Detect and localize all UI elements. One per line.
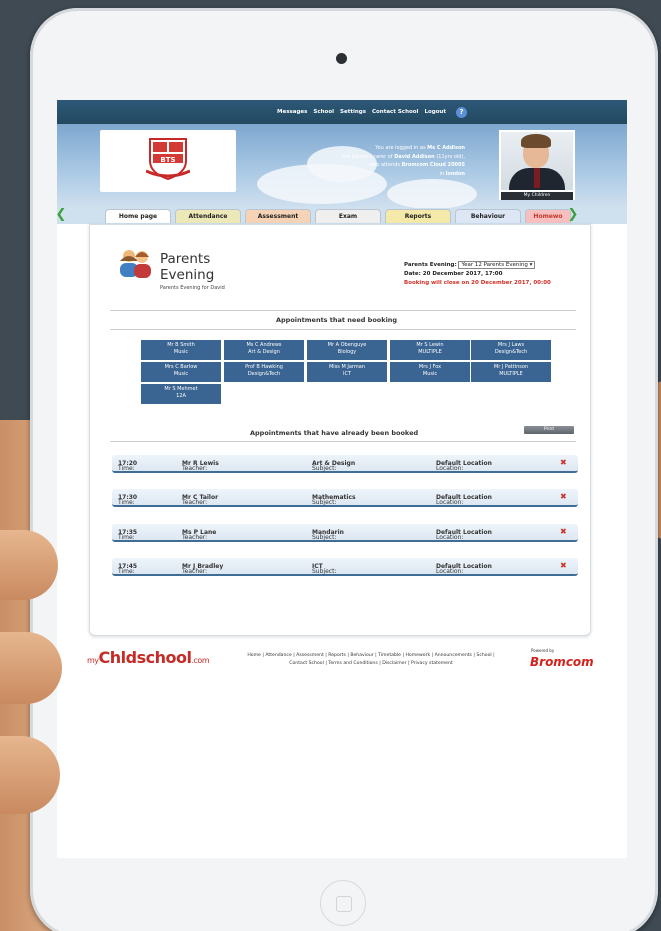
- delete-icon[interactable]: ✖: [560, 458, 567, 467]
- need-booking-item[interactable]: Miss M Jarman ICT: [307, 362, 387, 382]
- nav-messages[interactable]: Messages: [277, 109, 307, 115]
- evening-label: Parents Evening:: [404, 262, 457, 268]
- mychildatschool-logo[interactable]: myChldschool.com: [87, 648, 210, 667]
- header: BTS You are logged in as Ms C Addison th…: [57, 124, 627, 209]
- school-crest-icon: BTS: [146, 138, 190, 181]
- footer: myChldschool.com Home | Attendance | Ass…: [87, 646, 597, 676]
- carer-prefix: the parent / carer of: [342, 153, 393, 160]
- delete-icon[interactable]: ✖: [560, 561, 567, 570]
- divider: [110, 310, 576, 311]
- school-logo: BTS: [100, 130, 236, 192]
- nav-settings[interactable]: Settings: [340, 109, 366, 115]
- tabs-left-arrow-icon[interactable]: ❮: [57, 208, 67, 222]
- appt-location: Location: Default Location: [436, 494, 492, 506]
- camera-icon: [336, 53, 347, 64]
- appt-time: Time: 17:30: [118, 494, 138, 506]
- booking-close-notice: Booking will close on 20 December 2017, …: [404, 280, 551, 286]
- need-booking-item[interactable]: Mrs J Laws Design&Tech: [471, 340, 551, 360]
- appt-subject: Subject: Art & Design: [312, 460, 356, 472]
- logged-in-info: You are logged in as Ms C Addison the pa…: [287, 144, 465, 178]
- need-booking-item[interactable]: Mrs C Barlow Music: [141, 362, 221, 382]
- tab-homework[interactable]: Homewo: [525, 209, 571, 223]
- booked-row: Time: 17:45 Teacher: Mr J Bradley Subjec…: [112, 558, 578, 576]
- tab-attendance[interactable]: Attendance: [175, 209, 241, 223]
- appt-time: Time: 17:45: [118, 563, 138, 575]
- print-button[interactable]: Print: [524, 426, 574, 434]
- cloud-decoration: [387, 179, 477, 209]
- booked-row: Time: 17:20 Teacher: Mr R Lewis Subject:…: [112, 455, 578, 473]
- tab-home-page[interactable]: Home page: [105, 209, 171, 223]
- top-nav: Messages School Settings Contact School …: [57, 100, 627, 124]
- nav-logout[interactable]: Logout: [424, 109, 446, 115]
- evening-date: Date: 20 December 2017, 17:00: [404, 271, 503, 277]
- appt-subject: Subject: ICT: [312, 563, 337, 575]
- home-button[interactable]: [320, 880, 366, 926]
- divider: [110, 329, 576, 330]
- child-avatar: [501, 132, 573, 190]
- parents-icon: [120, 250, 151, 278]
- appt-location: Location: Default Location: [436, 563, 492, 575]
- evening-select[interactable]: Year 12 Parents Evening ▾: [458, 261, 536, 269]
- delete-icon[interactable]: ✖: [560, 492, 567, 501]
- school-logo-text: BTS: [160, 156, 175, 164]
- need-booking-title: Appointments that need booking: [276, 316, 398, 324]
- need-booking-item[interactable]: Mrs J Fox Music: [390, 362, 470, 382]
- child-name: David Addison: [394, 153, 435, 160]
- powered-by: Powered by: [531, 648, 555, 653]
- help-icon[interactable]: ?: [455, 106, 467, 118]
- house-prefix: in: [439, 170, 445, 177]
- logged-in-prefix: You are logged in as: [375, 145, 426, 151]
- need-booking-item[interactable]: Mr S Mehmet 12A: [141, 384, 221, 404]
- appt-location: Location: Default Location: [436, 529, 492, 541]
- appt-teacher: Teacher: Mr J Bradley: [182, 563, 224, 575]
- tab-reports[interactable]: Reports: [385, 209, 451, 223]
- booked-row: Time: 17:30 Teacher: Mr C Tailor Subject…: [112, 489, 578, 507]
- booked-row: Time: 17:35 Teacher: Ms P Lane Subject: …: [112, 524, 578, 542]
- need-booking-item[interactable]: Ms C Andrews Art & Design: [224, 340, 304, 360]
- page-title: Parents Evening: [160, 251, 215, 283]
- appt-time: Time: 17:20: [118, 460, 138, 472]
- child-photo[interactable]: My Children: [499, 130, 575, 200]
- need-booking-item[interactable]: Mr S Lewin MULTIPLE: [390, 340, 470, 360]
- tablet-device: Messages School Settings Contact School …: [30, 8, 658, 931]
- appt-time: Time: 17:35: [118, 529, 138, 541]
- attends-prefix: who attends: [369, 162, 401, 168]
- nav-school[interactable]: School: [313, 109, 334, 115]
- tab-exam[interactable]: Exam: [315, 209, 381, 223]
- child-age: (11yrs old),: [436, 153, 465, 160]
- main-content: Parents Evening Parents Evening for Davi…: [89, 224, 591, 636]
- evening-info: Parents Evening: Year 12 Parents Evening…: [404, 261, 551, 288]
- house-name: london: [445, 170, 465, 177]
- footer-links[interactable]: Home | Attendance | Assessment | Reports…: [205, 652, 537, 668]
- page-subtitle: Parents Evening for David: [160, 285, 225, 291]
- booked-title: Appointments that have already been book…: [250, 429, 419, 437]
- delete-icon[interactable]: ✖: [560, 527, 567, 536]
- tab-assessment[interactable]: Assessment: [245, 209, 311, 223]
- tabs-right-arrow-icon[interactable]: ❯: [567, 208, 579, 222]
- divider: [110, 441, 576, 442]
- appt-teacher: Teacher: Mr C Tailor: [182, 494, 219, 506]
- bromcom-logo: Bromcom: [530, 655, 594, 669]
- tab-behaviour[interactable]: Behaviour: [455, 209, 521, 223]
- appt-subject: Subject: Mathematics: [312, 494, 356, 506]
- appt-teacher: Teacher: Ms P Lane: [182, 529, 217, 541]
- nav-contact-school[interactable]: Contact School: [372, 109, 418, 115]
- screen: Messages School Settings Contact School …: [57, 100, 627, 858]
- tab-bar: ❮ Home page Attendance Assessment Exam R…: [57, 208, 627, 224]
- appt-subject: Subject: Mandarin: [312, 529, 344, 541]
- appt-location: Location: Default Location: [436, 460, 492, 472]
- need-booking-item[interactable]: Mr B Smith Music: [141, 340, 221, 360]
- need-booking-item[interactable]: Mr J Pattinson MULTIPLE: [471, 362, 551, 382]
- my-children-button[interactable]: My Children: [501, 192, 573, 200]
- parent-name: Ms C Addison: [427, 145, 465, 151]
- school-name: Bromcom Cloud 20005: [401, 162, 465, 168]
- appt-teacher: Teacher: Mr R Lewis: [182, 460, 219, 472]
- need-booking-item[interactable]: Prof B Hawking Design&Tech: [224, 362, 304, 382]
- need-booking-item[interactable]: Mr A Obenguye Biology: [307, 340, 387, 360]
